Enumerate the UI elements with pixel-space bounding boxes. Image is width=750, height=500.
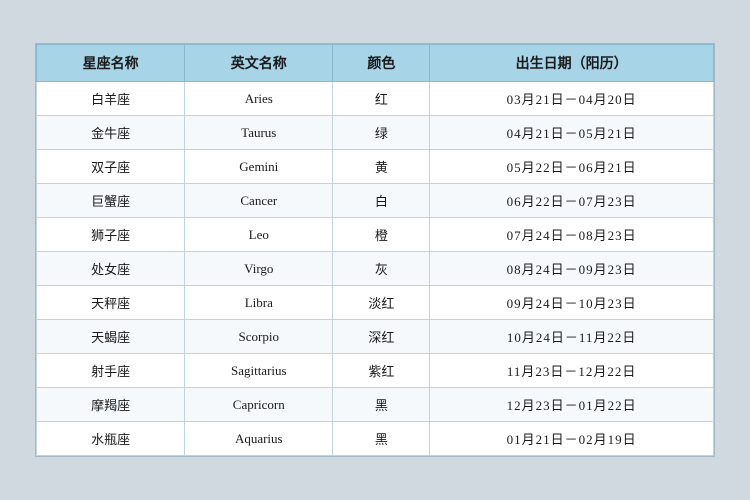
- cell-dates: 04月21日－05月21日: [430, 116, 714, 150]
- cell-chinese-name: 金牛座: [37, 116, 185, 150]
- cell-color: 紫红: [333, 354, 430, 388]
- cell-dates: 12月23日－01月22日: [430, 388, 714, 422]
- table-row: 天蝎座Scorpio深红10月24日－11月22日: [37, 320, 714, 354]
- cell-english-name: Capricorn: [185, 388, 333, 422]
- table-row: 双子座Gemini黄05月22日－06月21日: [37, 150, 714, 184]
- table-row: 白羊座Aries红03月21日－04月20日: [37, 82, 714, 116]
- cell-dates: 07月24日－08月23日: [430, 218, 714, 252]
- cell-dates: 10月24日－11月22日: [430, 320, 714, 354]
- header-dates: 出生日期（阳历）: [430, 45, 714, 82]
- cell-english-name: Sagittarius: [185, 354, 333, 388]
- cell-dates: 09月24日－10月23日: [430, 286, 714, 320]
- cell-english-name: Virgo: [185, 252, 333, 286]
- cell-color: 黑: [333, 388, 430, 422]
- cell-dates: 06月22日－07月23日: [430, 184, 714, 218]
- zodiac-table-container: 星座名称 英文名称 颜色 出生日期（阳历） 白羊座Aries红03月21日－04…: [35, 43, 715, 457]
- cell-chinese-name: 双子座: [37, 150, 185, 184]
- cell-chinese-name: 天秤座: [37, 286, 185, 320]
- table-row: 处女座Virgo灰08月24日－09月23日: [37, 252, 714, 286]
- cell-color: 黑: [333, 422, 430, 456]
- cell-english-name: Aries: [185, 82, 333, 116]
- header-english-name: 英文名称: [185, 45, 333, 82]
- cell-chinese-name: 射手座: [37, 354, 185, 388]
- cell-english-name: Scorpio: [185, 320, 333, 354]
- cell-chinese-name: 天蝎座: [37, 320, 185, 354]
- cell-english-name: Cancer: [185, 184, 333, 218]
- cell-dates: 01月21日－02月19日: [430, 422, 714, 456]
- cell-color: 淡红: [333, 286, 430, 320]
- cell-color: 黄: [333, 150, 430, 184]
- header-color: 颜色: [333, 45, 430, 82]
- table-row: 巨蟹座Cancer白06月22日－07月23日: [37, 184, 714, 218]
- cell-color: 深红: [333, 320, 430, 354]
- table-row: 摩羯座Capricorn黑12月23日－01月22日: [37, 388, 714, 422]
- table-row: 水瓶座Aquarius黑01月21日－02月19日: [37, 422, 714, 456]
- cell-chinese-name: 巨蟹座: [37, 184, 185, 218]
- table-row: 射手座Sagittarius紫红11月23日－12月22日: [37, 354, 714, 388]
- cell-english-name: Taurus: [185, 116, 333, 150]
- cell-chinese-name: 白羊座: [37, 82, 185, 116]
- table-row: 天秤座Libra淡红09月24日－10月23日: [37, 286, 714, 320]
- table-row: 金牛座Taurus绿04月21日－05月21日: [37, 116, 714, 150]
- cell-chinese-name: 摩羯座: [37, 388, 185, 422]
- table-row: 狮子座Leo橙07月24日－08月23日: [37, 218, 714, 252]
- cell-dates: 11月23日－12月22日: [430, 354, 714, 388]
- cell-color: 白: [333, 184, 430, 218]
- zodiac-table: 星座名称 英文名称 颜色 出生日期（阳历） 白羊座Aries红03月21日－04…: [36, 44, 714, 456]
- cell-dates: 03月21日－04月20日: [430, 82, 714, 116]
- cell-english-name: Leo: [185, 218, 333, 252]
- cell-english-name: Gemini: [185, 150, 333, 184]
- cell-chinese-name: 水瓶座: [37, 422, 185, 456]
- cell-color: 绿: [333, 116, 430, 150]
- cell-color: 红: [333, 82, 430, 116]
- cell-color: 灰: [333, 252, 430, 286]
- cell-dates: 08月24日－09月23日: [430, 252, 714, 286]
- cell-english-name: Libra: [185, 286, 333, 320]
- table-header-row: 星座名称 英文名称 颜色 出生日期（阳历）: [37, 45, 714, 82]
- table-body: 白羊座Aries红03月21日－04月20日金牛座Taurus绿04月21日－0…: [37, 82, 714, 456]
- header-chinese-name: 星座名称: [37, 45, 185, 82]
- cell-chinese-name: 狮子座: [37, 218, 185, 252]
- cell-dates: 05月22日－06月21日: [430, 150, 714, 184]
- cell-chinese-name: 处女座: [37, 252, 185, 286]
- cell-english-name: Aquarius: [185, 422, 333, 456]
- cell-color: 橙: [333, 218, 430, 252]
